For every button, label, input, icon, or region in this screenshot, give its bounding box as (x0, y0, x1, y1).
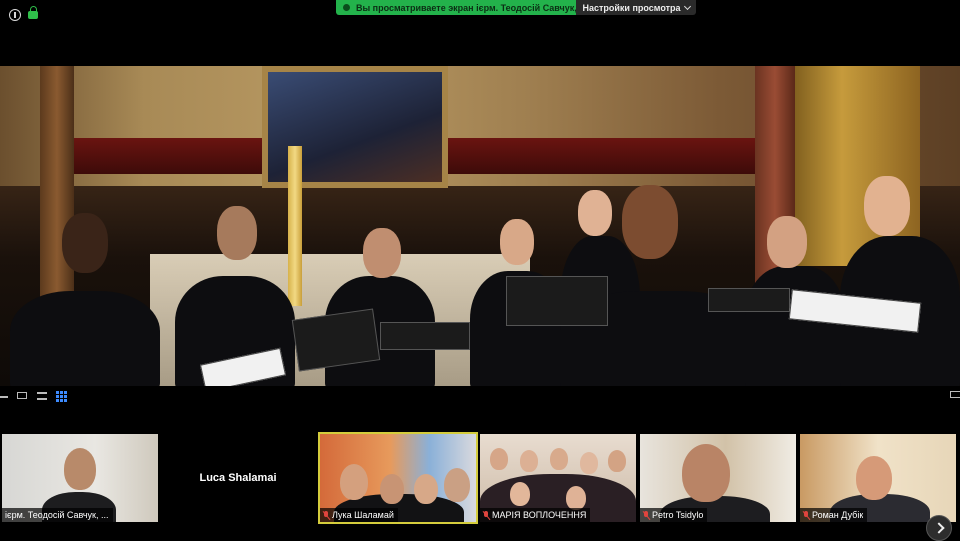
singer (10, 213, 160, 386)
exit-fullscreen-icon[interactable] (950, 391, 960, 398)
participant-nameplate: МАРІЯ ВОПЛОЧЕННЯ (480, 508, 591, 522)
participant-name: Лука Шаламай (332, 510, 394, 520)
singer (745, 216, 845, 386)
screen-share-banner: Вы просматриваете экран ієрм. Теодосій С… (336, 0, 576, 15)
participant-gallery: ієрм. Теодосій Савчук, ... Luca Shalamai… (0, 406, 960, 540)
mic-muted-icon (643, 510, 649, 520)
participant-nameplate: Petro Tsidylo (640, 508, 708, 522)
grid-view-icon[interactable] (56, 391, 67, 402)
music-book (506, 276, 608, 326)
share-banner-text: Вы просматриваете экран ієрм. Теодосій С… (356, 2, 576, 13)
participant-tile[interactable]: Роман Дубік (800, 434, 956, 522)
participant-face (566, 486, 586, 510)
minimize-icon[interactable] (0, 396, 8, 398)
chevron-right-icon[interactable] (926, 515, 952, 541)
participant-face (856, 456, 892, 500)
chevron-down-icon (683, 2, 691, 10)
music-book (708, 288, 790, 312)
paschal-candle (288, 146, 302, 306)
participant-name: Роман Дубік (812, 510, 864, 520)
participant-face (580, 452, 598, 474)
participant-face (414, 474, 438, 504)
participant-name: Luca Shalamai (199, 472, 277, 484)
participant-tile-active-speaker[interactable]: Лука Шаламай (318, 432, 478, 524)
speaker-view-icon[interactable] (17, 392, 27, 399)
participant-tile[interactable]: Petro Tsidylo (640, 434, 796, 522)
participant-face (340, 464, 368, 500)
participant-tile-no-video[interactable]: Luca Shalamai (160, 434, 316, 522)
participant-nameplate: Лука Шаламай (320, 508, 398, 522)
strip-view-icon[interactable] (37, 392, 47, 400)
lock-icon[interactable] (28, 6, 38, 19)
participant-face (510, 482, 530, 506)
participant-nameplate: Роман Дубік (800, 508, 868, 522)
view-options-label: Настройки просмотра (582, 2, 681, 13)
shared-screen-video (0, 66, 960, 386)
participant-name: Petro Tsidylo (652, 510, 704, 520)
gallery-view-controls (0, 386, 960, 406)
info-icon[interactable] (9, 9, 21, 21)
share-indicator-icon (343, 4, 350, 11)
participant-face (64, 448, 96, 490)
participant-name: МАРІЯ ВОПЛОЧЕННЯ (492, 510, 587, 520)
music-book (380, 322, 470, 350)
top-bar: Вы просматриваете экран ієрм. Теодосій С… (0, 0, 960, 66)
participant-face (608, 450, 626, 472)
participant-face (490, 448, 508, 470)
participant-tile[interactable]: МАРІЯ ВОПЛОЧЕННЯ (480, 434, 636, 522)
mic-muted-icon (803, 510, 809, 520)
participant-face (444, 468, 470, 502)
participant-face (550, 448, 568, 470)
participant-face (380, 474, 404, 504)
view-options-button[interactable]: Настройки просмотра (576, 0, 696, 15)
participant-name: ієрм. Теодосій Савчук, ... (5, 510, 109, 520)
mic-muted-icon (323, 510, 329, 520)
participant-face (682, 444, 730, 502)
left-column (40, 66, 74, 306)
mic-muted-icon (483, 510, 489, 520)
participant-face (520, 450, 538, 472)
participant-nameplate: ієрм. Теодосій Савчук, ... (2, 508, 113, 522)
participant-tile[interactable]: ієрм. Теодосій Савчук, ... (2, 434, 158, 522)
